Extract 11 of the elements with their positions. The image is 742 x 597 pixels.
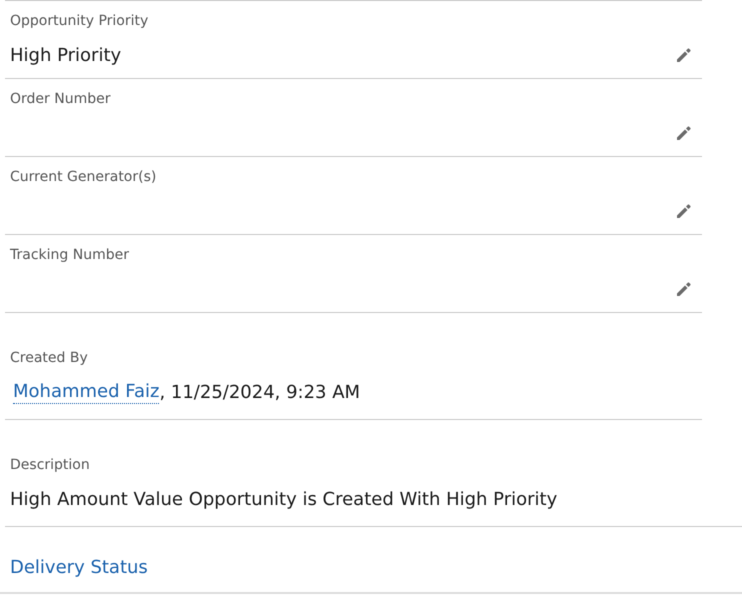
field-label: Opportunity Priority	[10, 12, 148, 31]
field-value: High Priority	[10, 44, 122, 66]
field-label: Current Generator(s)	[10, 168, 156, 187]
field-label: Created By	[10, 349, 88, 368]
section-link[interactable]: Delivery Status	[10, 557, 148, 578]
created-date: , 11/25/2024, 9:23 AM	[159, 382, 360, 402]
field-label: Description	[10, 456, 90, 475]
field-value: High Amount Value Opportunity is Created With High Priority	[10, 488, 558, 510]
field-label: Tracking Number	[10, 246, 129, 265]
field-label: Order Number	[10, 90, 110, 109]
user-link[interactable]: Mohammed Faiz	[13, 380, 160, 404]
